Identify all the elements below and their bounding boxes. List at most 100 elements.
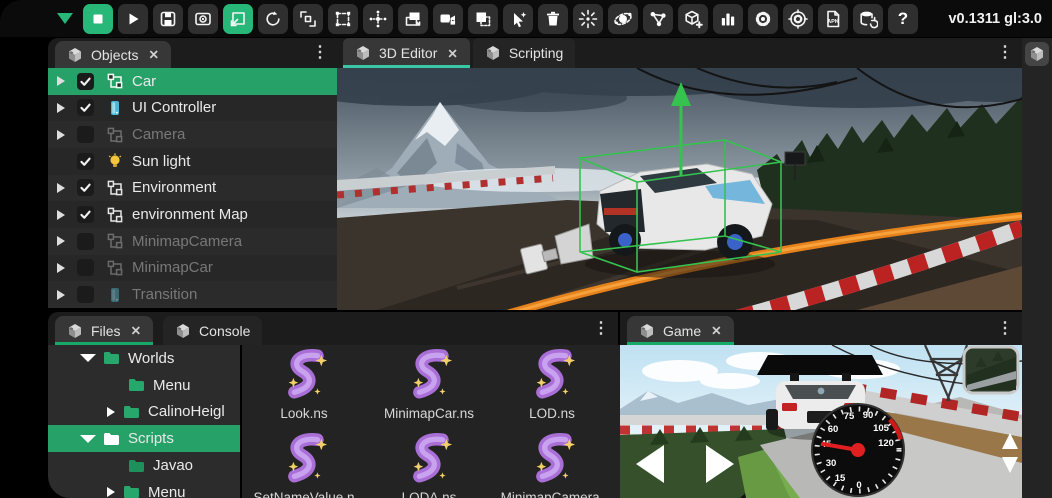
close-icon[interactable]: ✕ — [447, 46, 457, 61]
tab-console[interactable]: Console — [163, 316, 262, 345]
tab-label: Scripting — [509, 45, 563, 61]
file-tile-look[interactable]: Look.ns — [244, 349, 364, 421]
expand-arrow-icon[interactable] — [107, 407, 115, 417]
tree-row-worlds[interactable]: Worlds — [48, 345, 240, 372]
close-icon[interactable]: ✕ — [148, 47, 158, 62]
collapse-arrow-icon[interactable] — [80, 354, 96, 362]
file-tile-loda[interactable]: LODA.ns — [369, 433, 489, 498]
help-button[interactable]: ? — [888, 4, 918, 34]
file-tile-lod[interactable]: LOD.ns — [492, 349, 612, 421]
panel-cube-icon — [67, 47, 83, 63]
expand-arrow-icon[interactable] — [57, 290, 65, 300]
file-name: LOD.ns — [492, 406, 612, 421]
objects-menu-icon[interactable]: ⋮ — [312, 45, 328, 61]
object-row-environment-map[interactable]: environment Map — [48, 201, 337, 228]
file-tile-minimapcar[interactable]: MinimapCar.ns — [369, 349, 489, 421]
visibility-checkbox[interactable] — [77, 233, 94, 250]
toolbar-dropdown-caret-icon[interactable] — [57, 13, 73, 24]
expand-arrow-icon[interactable] — [57, 263, 65, 273]
expand-arrow-icon[interactable] — [57, 210, 65, 220]
tree-row-scripts[interactable]: Scripts — [48, 425, 240, 452]
scale-tool-button[interactable] — [293, 4, 323, 34]
camera-lock-button[interactable] — [433, 4, 463, 34]
stop-button[interactable] — [83, 4, 113, 34]
object-label: UI Controller — [132, 99, 216, 116]
touch-pointer-button[interactable] — [503, 4, 533, 34]
object-row-camera[interactable]: Camera — [48, 121, 337, 148]
expand-arrow-icon[interactable] — [57, 130, 65, 140]
folder-icon — [128, 378, 145, 392]
object-row-sun-light[interactable]: Sun light — [48, 148, 337, 175]
object-row-minimapcar[interactable]: MinimapCar — [48, 255, 337, 282]
rotate-tool-button[interactable] — [258, 4, 288, 34]
light-flare-button[interactable] — [573, 4, 603, 34]
close-icon[interactable]: ✕ — [711, 323, 721, 338]
box-select-button[interactable] — [328, 4, 358, 34]
file-tile-setnamevalue[interactable]: SetNameValue.n — [244, 433, 364, 498]
panel-cube-icon — [67, 323, 83, 339]
folder-icon — [103, 351, 120, 365]
tab-game[interactable]: Game ✕ — [627, 316, 734, 345]
expand-arrow-icon[interactable] — [57, 183, 65, 193]
objects-tabbar: Objects ✕ ⋮ — [48, 38, 337, 68]
tab-scripting[interactable]: Scripting — [473, 38, 575, 68]
game-viewport[interactable]: 0 15 30 45 60 75 90 105 120 — [620, 345, 1022, 498]
files-menu-icon[interactable]: ⋮ — [593, 321, 609, 337]
visibility-checkbox[interactable] — [77, 286, 94, 303]
pivot-center-button[interactable] — [363, 4, 393, 34]
speedo-label: 105 — [873, 423, 890, 434]
move-tool-button[interactable] — [223, 4, 253, 34]
play-button[interactable] — [118, 4, 148, 34]
apk-export-button[interactable]: APK — [818, 4, 848, 34]
visibility-checkbox[interactable] — [77, 99, 94, 116]
expand-arrow-icon[interactable] — [57, 236, 65, 246]
close-icon[interactable]: ✕ — [131, 323, 141, 338]
visibility-checkbox[interactable] — [77, 153, 94, 170]
paste-object-button[interactable] — [468, 4, 498, 34]
file-tree: Worlds Menu CalinoHeigl Scripts Javao Me… — [48, 345, 240, 498]
object-row-car[interactable]: Car — [48, 68, 337, 95]
folder-icon — [123, 405, 140, 419]
scene-preview-button[interactable] — [188, 4, 218, 34]
expand-arrow-icon[interactable] — [57, 103, 65, 113]
node-graph-button[interactable] — [643, 4, 673, 34]
expand-arrow-icon[interactable] — [107, 487, 115, 497]
object-row-ui-controller[interactable]: UI Controller — [48, 95, 337, 122]
save-button[interactable] — [153, 4, 183, 34]
add-object-button[interactable] — [678, 4, 708, 34]
tree-row-menu[interactable]: Menu — [48, 372, 240, 399]
folder-icon — [123, 485, 140, 498]
panel-cube-icon — [355, 45, 371, 61]
duplicate-button[interactable] — [398, 4, 428, 34]
visibility-checkbox[interactable] — [77, 73, 94, 90]
collapse-arrow-icon[interactable] — [80, 435, 96, 443]
statistics-button[interactable] — [713, 4, 743, 34]
3d-viewport[interactable] — [337, 68, 1022, 310]
tree-row-javao[interactable]: Javao — [48, 452, 240, 479]
orbit-button[interactable] — [608, 4, 638, 34]
file-tile-minimapcamera[interactable]: MinimapCamera. — [492, 433, 612, 498]
settings-button[interactable] — [748, 4, 778, 34]
object-row-transition[interactable]: Transition — [48, 281, 337, 308]
tab-label: 3D Editor — [379, 45, 437, 61]
visibility-checkbox[interactable] — [77, 259, 94, 276]
3d-scene — [337, 68, 1022, 310]
delete-button[interactable] — [538, 4, 568, 34]
tree-row-calinoheigl[interactable]: CalinoHeigl — [48, 399, 240, 426]
visibility-checkbox[interactable] — [77, 126, 94, 143]
object-row-minimapcamera[interactable]: MinimapCamera — [48, 228, 337, 255]
visibility-checkbox[interactable] — [77, 206, 94, 223]
tab-objects[interactable]: Objects ✕ — [55, 41, 171, 68]
transform-icon — [107, 233, 123, 249]
database-sync-button[interactable] — [853, 4, 883, 34]
build-target-button[interactable] — [783, 4, 813, 34]
game-menu-icon[interactable]: ⋮ — [997, 321, 1013, 337]
tab-files[interactable]: Files ✕ — [55, 316, 153, 345]
visibility-checkbox[interactable] — [77, 179, 94, 196]
expand-arrow-icon[interactable] — [57, 76, 65, 86]
collapsed-panel-cube-button[interactable] — [1025, 42, 1049, 66]
editor-menu-icon[interactable]: ⋮ — [997, 45, 1013, 61]
tree-row-menu-2[interactable]: Menu — [48, 479, 240, 498]
tab-3d-editor[interactable]: 3D Editor ✕ — [343, 38, 470, 68]
object-row-environment[interactable]: Environment — [48, 175, 337, 202]
